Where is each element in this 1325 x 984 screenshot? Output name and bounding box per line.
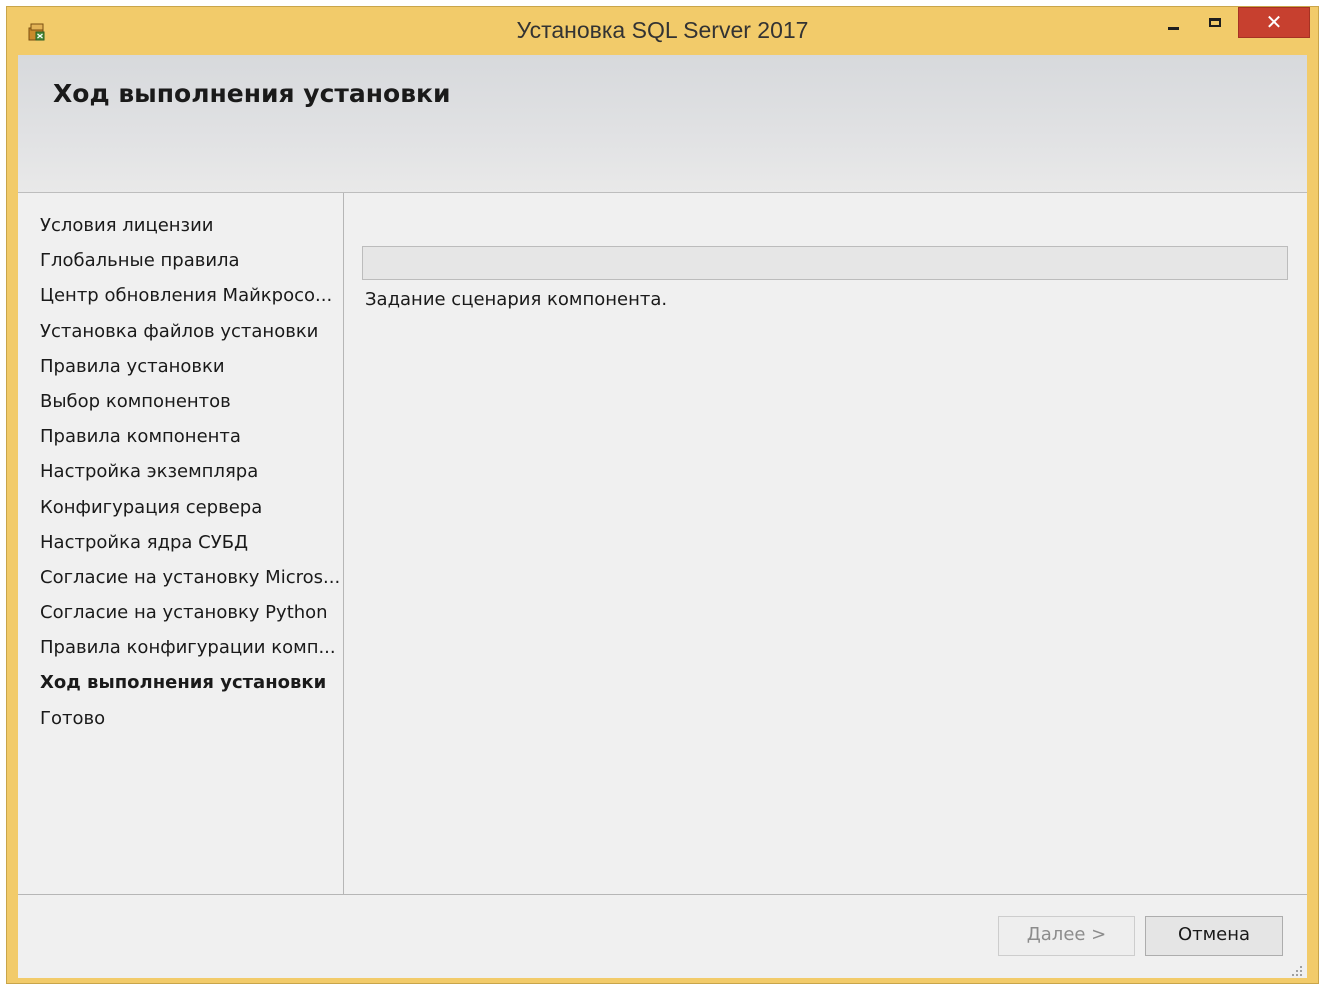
sidebar-step-5: Выбор компонентов <box>40 390 231 412</box>
sidebar-step-11: Согласие на установку Python <box>40 602 328 624</box>
sidebar-step-0: Условия лицензии <box>40 215 214 236</box>
installer-window: Установка SQL Server 2017 ✕ Ход выполнен… <box>6 6 1319 984</box>
maximize-icon[interactable] <box>1199 7 1233 39</box>
sidebar-step-8: Конфигурация сервера <box>40 496 263 518</box>
steps-list: Условия лицензии Глобальные правила Центр … <box>40 213 340 741</box>
steps-sidebar: Условия лицензии Глобальные правила Центр … <box>18 193 344 894</box>
sidebar-step-1: Глобальные правила <box>40 250 240 272</box>
sidebar-step-9: Настройка ядра СУБД <box>40 531 249 553</box>
close-icon[interactable]: ✕ <box>1238 7 1310 38</box>
next-button-label: алее > <box>1040 924 1107 945</box>
sidebar-step-6: Правила компонента <box>40 426 241 448</box>
sidebar-step-13: Ход выполнения установки <box>40 672 327 694</box>
sidebar-step-7: Настройка экземпляра <box>40 461 259 483</box>
title-bar[interactable]: Установка SQL Server 2017 ✕ <box>7 7 1318 55</box>
sidebar-step-12: Правила конфигурации комп... <box>40 637 336 659</box>
progress-bar <box>362 246 1288 280</box>
client-area: Ход выполнения установки Условия лицензи… <box>18 55 1307 978</box>
window-title: Установка SQL Server 2017 <box>516 17 809 43</box>
sidebar-step-3: Установка файлов установки <box>40 320 319 342</box>
sidebar-step-2: Центр обновления Майкросо... <box>40 285 333 307</box>
page-header: Ход выполнения установки <box>18 55 1307 193</box>
sidebar-step-14: Готово <box>40 707 106 729</box>
next-button-accel: Д <box>1026 924 1041 945</box>
main-panel: Задание сценария компонента. <box>344 193 1307 894</box>
minimize-icon[interactable] <box>1157 7 1191 39</box>
next-button[interactable]: Далее > <box>998 916 1135 956</box>
resize-grip-icon[interactable] <box>1289 963 1303 977</box>
sidebar-step-4: Правила установки <box>40 355 225 377</box>
footer-bar: Далее > Отмена <box>18 894 1307 978</box>
status-text: Задание сценария компонента. <box>365 289 668 310</box>
cancel-button[interactable]: Отмена <box>1145 916 1283 956</box>
page-title: Ход выполнения установки <box>53 79 451 108</box>
sidebar-step-10: Согласие на установку Micros... <box>40 566 341 588</box>
